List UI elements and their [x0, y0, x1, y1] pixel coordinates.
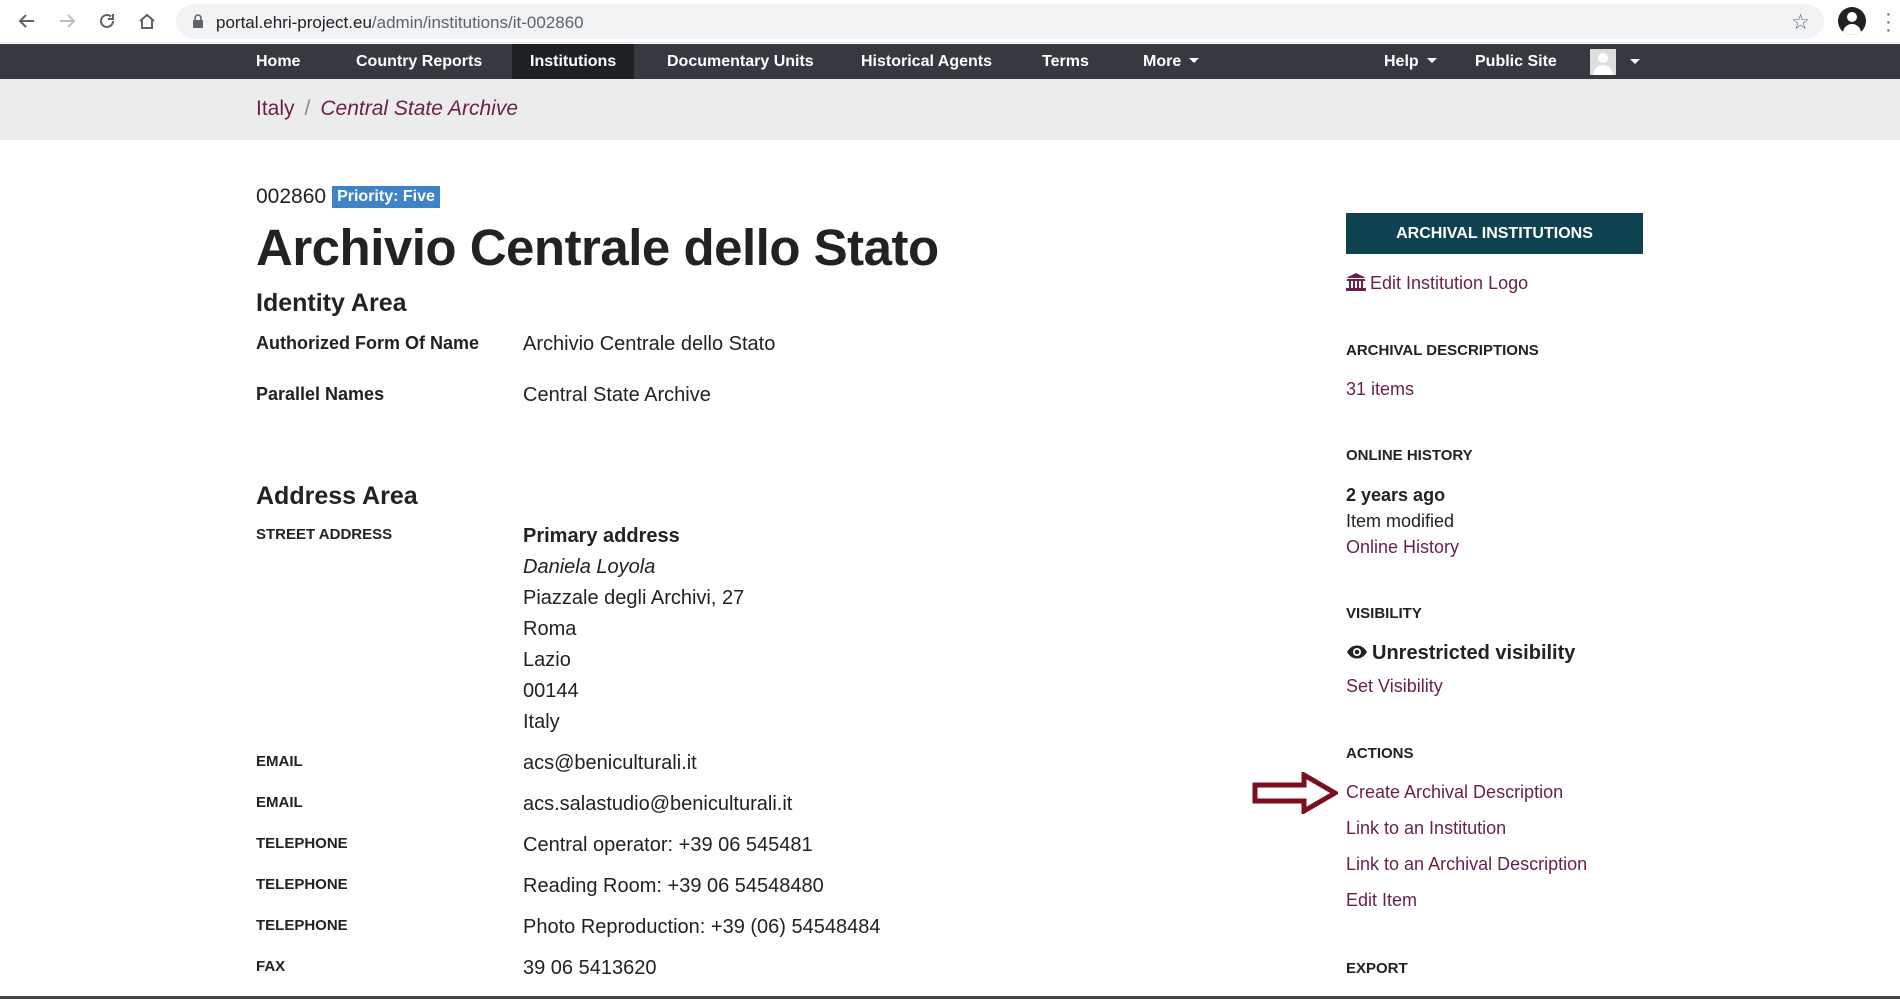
identity-area-heading: Identity Area — [256, 289, 407, 317]
parallel-names-label: Parallel Names — [256, 384, 385, 404]
visibility-value: Unrestricted visibility — [1372, 642, 1576, 664]
edit-institution-logo-label: Edit Institution Logo — [1370, 273, 1529, 293]
street-address-label: STREET ADDRESS — [256, 526, 393, 543]
export-heading: EXPORT — [1346, 960, 1408, 977]
nav-country-reports[interactable]: Country Reports — [338, 44, 500, 79]
page-title: Archivio Centrale dello Stato — [256, 219, 939, 276]
visibility-heading: VISIBILITY — [1346, 605, 1422, 622]
parallel-names-value: Central State Archive — [523, 384, 711, 406]
telephone-value: Photo Reproduction: +39 (06) 54548484 — [523, 916, 881, 938]
breadcrumb-current: Central State Archive — [320, 97, 519, 120]
telephone-value: Reading Room: +39 06 54548480 — [523, 875, 824, 897]
contact-label: EMAIL — [256, 753, 303, 770]
create-archival-description-link[interactable]: Create Archival Description — [1346, 782, 1563, 803]
authorized-form-label: Authorized Form Of Name — [256, 333, 480, 353]
browser-profile-icon[interactable] — [1838, 7, 1866, 35]
forward-icon[interactable] — [54, 8, 80, 34]
record-identifier: 002860 Priority: Five — [256, 185, 440, 209]
browser-toolbar: portal.ehri-project.eu/admin/institution… — [0, 0, 1900, 43]
online-history-link[interactable]: Online History — [1346, 537, 1459, 558]
contact-label: FAX — [256, 958, 286, 975]
eye-icon — [1347, 645, 1367, 659]
archival-descriptions-heading: ARCHIVAL DESCRIPTIONS — [1346, 342, 1539, 359]
back-icon[interactable] — [14, 8, 40, 34]
user-avatar[interactable] — [1590, 49, 1616, 75]
contact-label: TELEPHONE — [256, 917, 348, 934]
bookmark-star-icon[interactable]: ☆ — [1791, 10, 1810, 35]
institution-icon — [1346, 273, 1366, 291]
nav-public-site[interactable]: Public Site — [1457, 44, 1575, 79]
contact-label: TELEPHONE — [256, 876, 348, 893]
record-id: 002860 — [256, 185, 327, 208]
nav-more-label: More — [1143, 53, 1182, 70]
edit-item-link[interactable]: Edit Item — [1346, 890, 1417, 911]
nav-terms[interactable]: Terms — [1024, 44, 1107, 79]
contact-label: TELEPHONE — [256, 835, 348, 852]
address-line: Roma — [523, 618, 577, 640]
chevron-down-icon — [1426, 58, 1437, 63]
address-line: Lazio — [523, 649, 571, 671]
chevron-down-icon — [1189, 58, 1200, 63]
visibility-status: Unrestricted visibility — [1346, 642, 1575, 665]
url-text: portal.ehri-project.eu/admin/institution… — [216, 13, 584, 32]
breadcrumb-separator: / — [304, 97, 311, 120]
edit-institution-logo-link[interactable]: Edit Institution Logo — [1346, 273, 1528, 294]
nav-institutions[interactable]: Institutions — [512, 44, 635, 79]
nav-help[interactable]: Help — [1366, 44, 1455, 79]
address-line: Daniela Loyola — [523, 556, 656, 578]
address-bar[interactable]: portal.ehri-project.eu/admin/institution… — [176, 4, 1824, 39]
set-visibility-link[interactable]: Set Visibility — [1346, 676, 1443, 697]
address-line: Piazzale degli Archivi, 27 — [523, 587, 745, 609]
breadcrumb-bar: Italy / Central State Archive — [0, 79, 1900, 140]
breadcrumb-italy[interactable]: Italy — [256, 97, 295, 120]
lock-icon — [193, 14, 203, 28]
link-to-archival-description-link[interactable]: Link to an Archival Description — [1346, 854, 1587, 875]
email-value: acs.salastudio@beniculturali.it — [523, 793, 793, 815]
home-icon[interactable] — [134, 8, 160, 34]
fax-value: 39 06 5413620 — [523, 957, 657, 979]
breadcrumb: Italy / Central State Archive — [256, 97, 518, 121]
address-line: 00144 — [523, 680, 579, 702]
nav-home[interactable]: Home — [238, 44, 318, 79]
nav-help-label: Help — [1384, 53, 1419, 70]
contact-label: EMAIL — [256, 794, 303, 811]
email-value: acs@beniculturali.it — [523, 752, 697, 774]
archival-institutions-button[interactable]: ARCHIVAL INSTITUTIONS — [1346, 213, 1643, 254]
telephone-value: Central operator: +39 06 545481 — [523, 834, 813, 856]
user-menu-chevron-icon[interactable] — [1630, 59, 1640, 64]
authorized-form-value: Archivio Centrale dello Stato — [523, 333, 776, 355]
link-to-institution-link[interactable]: Link to an Institution — [1346, 818, 1506, 839]
nav-more[interactable]: More — [1125, 44, 1217, 79]
actions-heading: ACTIONS — [1346, 745, 1414, 762]
online-history-heading: ONLINE HISTORY — [1346, 447, 1473, 464]
browser-menu-icon[interactable]: · · · — [1885, 4, 1892, 40]
nav-documentary-units[interactable]: Documentary Units — [649, 44, 832, 79]
address-area-heading: Address Area — [256, 482, 418, 510]
address-line: Italy — [523, 711, 560, 733]
items-count-link[interactable]: 31 items — [1346, 379, 1414, 400]
address-line: Primary address — [523, 525, 680, 547]
priority-badge: Priority: Five — [332, 186, 440, 208]
annotation-arrow-icon — [1252, 772, 1338, 814]
history-event: Item modified — [1346, 511, 1455, 531]
nav-historical-agents[interactable]: Historical Agents — [843, 44, 1010, 79]
reload-icon[interactable] — [94, 8, 120, 34]
history-time: 2 years ago — [1346, 485, 1446, 505]
